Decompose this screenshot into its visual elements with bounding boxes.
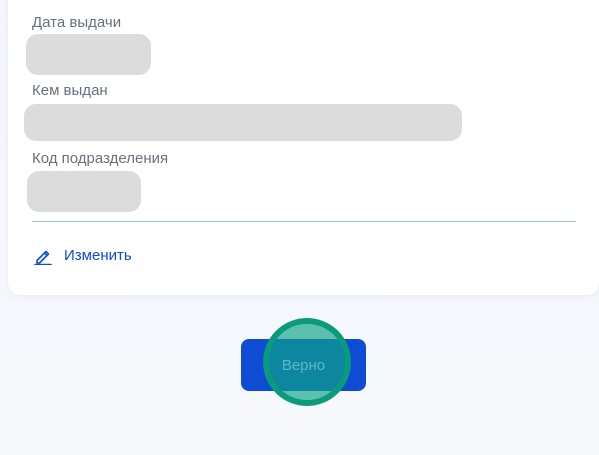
issue-date-label: Дата выдачи [32,14,122,31]
issue-date-placeholder [26,34,151,75]
confirm-area: Верно [241,318,366,406]
issued-by-placeholder [24,104,462,141]
passport-details-card: Дата выдачи Кем выдан Код подразделения … [8,0,599,295]
edit-link[interactable]: Изменить [34,247,132,266]
division-code-label: Код подразделения [32,150,169,167]
divider [32,221,576,222]
division-code-placeholder [27,171,141,212]
edit-link-label: Изменить [64,247,132,264]
pencil-icon [34,247,52,266]
issued-by-label: Кем выдан [32,82,108,99]
confirm-button[interactable] [241,339,366,391]
